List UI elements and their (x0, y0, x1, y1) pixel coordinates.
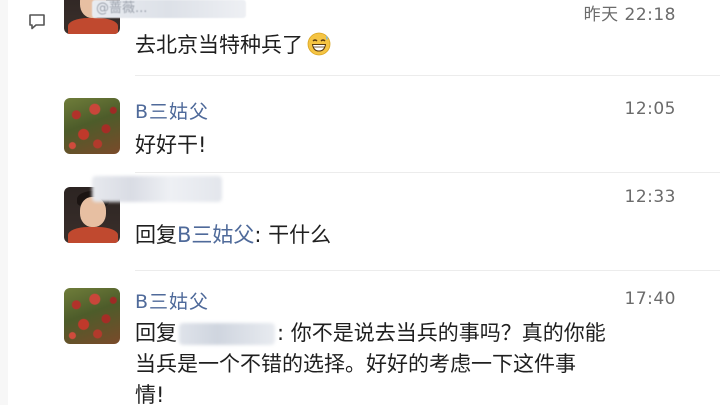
avatar[interactable] (64, 98, 120, 154)
comment-line-3: 情! (135, 383, 165, 405)
comment-text: 回复 : 你不是说去当兵的事吗？真的你能 当兵是一个不错的选择。好好的考虑一下这件… (135, 318, 606, 405)
blurred-mention (179, 323, 275, 345)
comment-time: 12:33 (624, 187, 676, 207)
reply-prefix: 回复 (135, 223, 177, 247)
comment-username[interactable]: B三姑父 (135, 287, 209, 314)
avatar-shirt (68, 227, 118, 243)
comment-item: B三姑父 12:05 好好干! (0, 75, 720, 173)
mention-link[interactable]: B三姑父 (177, 223, 254, 247)
comment-item: @蔷薇... 昨天 22:18 去北京当特种兵了 (0, 0, 720, 75)
comment-thread-page: @蔷薇... 昨天 22:18 去北京当特种兵了 B三姑父 12:05 好好干! (0, 0, 720, 405)
blurred-username (92, 176, 222, 202)
comment-text: 好好干! (135, 133, 207, 157)
comment-username[interactable]: B三姑父 (135, 97, 209, 124)
comment-text: 去北京当特种兵了 (135, 30, 331, 61)
grinning-sweat-emoji-icon (307, 32, 331, 56)
reply-prefix: 回复 (135, 321, 177, 345)
comment-time: 17:40 (624, 289, 676, 309)
comment-line-2: 当兵是一个不错的选择。好好的考虑一下这件事 (135, 352, 576, 376)
comment-time: 昨天 22:18 (583, 5, 676, 25)
comment-item: 12:33 回复B三姑父: 干什么 (0, 172, 720, 270)
blurred-username: @蔷薇... (92, 0, 246, 18)
comment-item: B三姑父 17:40 回复 : 你不是说去当兵的事吗？真的你能 当兵是一个不错的选… (0, 270, 720, 405)
avatar-shirt (68, 18, 118, 34)
comment-line-1: 回复 : 你不是说去当兵的事吗？真的你能 (135, 318, 606, 349)
avatar[interactable] (64, 288, 120, 344)
comment-text: 回复B三姑父: 干什么 (135, 220, 331, 251)
comment-text-body: 去北京当特种兵了 (135, 33, 303, 57)
reply-body: : 干什么 (254, 223, 332, 247)
comment-time: 12:05 (624, 99, 676, 119)
reply-body: : 你不是说去当兵的事吗？真的你能 (277, 321, 606, 345)
